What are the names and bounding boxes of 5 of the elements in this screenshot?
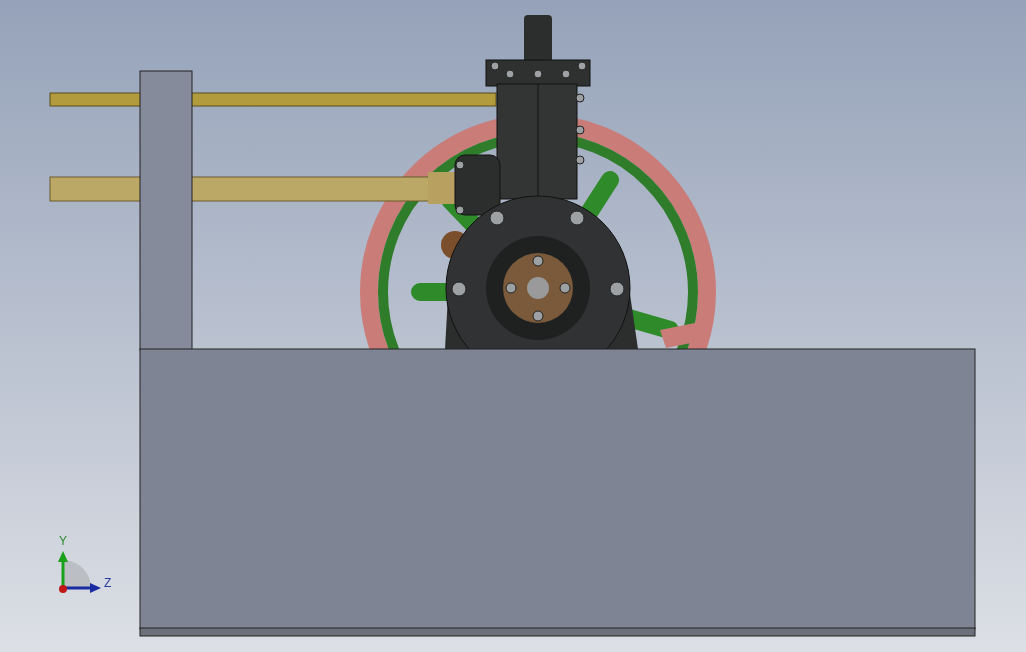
- axis-label: Z: [104, 576, 112, 590]
- axis-label: Y: [59, 534, 67, 548]
- y-axis-arrow: [58, 551, 68, 588]
- origin-dot: [59, 585, 67, 593]
- triad-plane-icon: [63, 560, 91, 588]
